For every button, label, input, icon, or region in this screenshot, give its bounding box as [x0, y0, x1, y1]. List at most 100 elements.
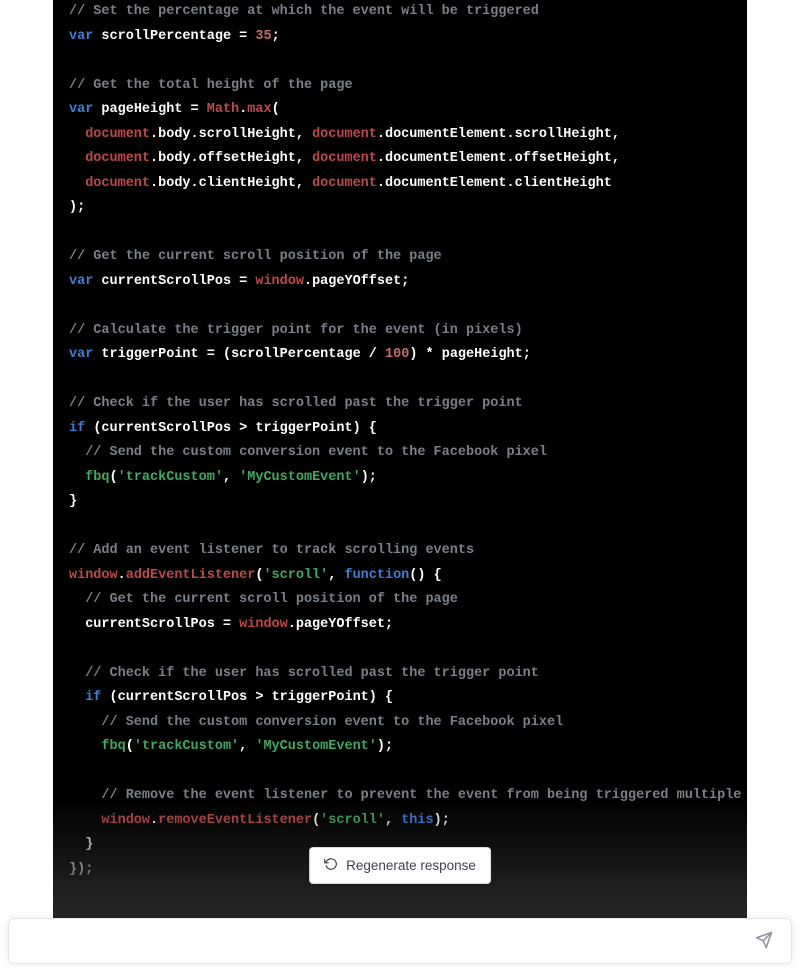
code-prop: scrollHeight: [515, 127, 612, 142]
code-op: >: [247, 690, 271, 705]
code-comma: ,: [296, 176, 312, 191]
refresh-icon: [324, 857, 338, 874]
code-dot: .: [191, 176, 199, 191]
code-op: >: [231, 421, 255, 436]
code-comment: // Check if the user has scrolled past t…: [69, 396, 523, 411]
code-builtin: document: [312, 151, 377, 166]
code-comment: // Get the current scroll position of th…: [69, 249, 442, 264]
code-close: });: [69, 862, 93, 877]
code-prop: pageYOffset: [296, 617, 385, 632]
code-prop: clientHeight: [199, 176, 296, 191]
code-keyword: var: [69, 274, 93, 289]
code-dot: .: [191, 127, 199, 142]
code-brace: }: [85, 837, 93, 852]
code-keyword: var: [69, 29, 93, 44]
code-op: =: [231, 274, 255, 289]
code-op: =: [215, 617, 239, 632]
code-dot: .: [150, 813, 158, 828]
code-comma: ,: [239, 739, 255, 754]
code-dot: .: [150, 176, 158, 191]
code-comma: ,: [296, 127, 312, 142]
code-method: max: [247, 102, 271, 117]
code-comment: // Check if the user has scrolled past t…: [85, 666, 539, 681]
code-builtin: document: [85, 176, 150, 191]
code-semi: ;: [523, 347, 531, 362]
code-dot: .: [507, 151, 515, 166]
code-dot: .: [377, 176, 385, 191]
code-brace: }: [69, 494, 77, 509]
send-button[interactable]: [751, 927, 777, 956]
code-builtin: document: [85, 127, 150, 142]
code-prop: clientHeight: [515, 176, 612, 191]
code-comma: ,: [223, 470, 239, 485]
code-var: pageHeight: [101, 102, 182, 117]
code-method: removeEventListener: [158, 813, 312, 828]
code-keyword: this: [401, 813, 433, 828]
code-var: currentScrollPos: [85, 617, 215, 632]
code-semi: ;: [272, 29, 280, 44]
code-string: 'MyCustomEvent': [239, 470, 361, 485]
code-var: currentScrollPos: [101, 421, 231, 436]
code-dot: .: [288, 617, 296, 632]
code-dot: .: [150, 151, 158, 166]
code-keyword: if: [85, 690, 101, 705]
code-prop: documentElement: [385, 176, 507, 191]
code-builtin: window: [239, 617, 288, 632]
code-keyword: if: [69, 421, 85, 436]
code-prop: offsetHeight: [515, 151, 612, 166]
code-block: // Set the percentage at which the event…: [69, 0, 731, 882]
code-dot: .: [377, 127, 385, 142]
code-brace: {: [425, 568, 441, 583]
code-comment: // Send the custom conversion event to t…: [101, 715, 563, 730]
code-builtin: document: [312, 176, 377, 191]
code-var: triggerPoint: [272, 690, 369, 705]
code-var: triggerPoint: [101, 347, 198, 362]
code-comma: ,: [328, 568, 344, 583]
code-dot: .: [377, 151, 385, 166]
code-comment: // Calculate the trigger point for the e…: [69, 323, 523, 338]
code-var: currentScrollPos: [101, 274, 231, 289]
code-op: =: [231, 29, 255, 44]
code-func: fbq: [101, 739, 125, 754]
code-comment: // Get the current scroll position of th…: [85, 592, 458, 607]
code-op: =: [182, 102, 206, 117]
code-prop: documentElement: [385, 127, 507, 142]
code-dot: .: [191, 151, 199, 166]
code-method: addEventListener: [126, 568, 256, 583]
chat-input[interactable]: [23, 933, 751, 950]
code-var: scrollPercentage: [101, 29, 231, 44]
regenerate-button[interactable]: Regenerate response: [309, 847, 491, 884]
code-string: 'MyCustomEvent': [255, 739, 377, 754]
code-prop: body: [158, 176, 190, 191]
code-number: 100: [385, 347, 409, 362]
code-prop: body: [158, 151, 190, 166]
code-number: 35: [255, 29, 271, 44]
code-comment: // Remove the event listener to prevent …: [101, 788, 747, 803]
code-dot: .: [507, 127, 515, 142]
code-comment: // Send the custom conversion event to t…: [85, 445, 547, 460]
code-var: scrollPercentage: [231, 347, 361, 362]
code-builtin: document: [85, 151, 150, 166]
regenerate-label: Regenerate response: [346, 858, 476, 873]
code-builtin: window: [101, 813, 150, 828]
code-builtin: window: [255, 274, 304, 289]
code-semi: ;: [385, 617, 393, 632]
code-builtin: window: [69, 568, 118, 583]
code-string: 'trackCustom': [118, 470, 223, 485]
code-comma: ,: [296, 151, 312, 166]
code-dot: .: [150, 127, 158, 142]
code-string: 'scroll': [263, 568, 328, 583]
code-builtin: document: [312, 127, 377, 142]
code-brace: {: [377, 690, 393, 705]
code-comment: // Set the percentage at which the event…: [69, 4, 539, 19]
code-op: =: [199, 347, 223, 362]
code-prop: scrollHeight: [199, 127, 296, 142]
code-dot: .: [507, 176, 515, 191]
code-string: 'scroll': [320, 813, 385, 828]
code-string: 'trackCustom': [134, 739, 239, 754]
code-paren: (: [272, 102, 280, 117]
code-prop: pageYOffset: [312, 274, 401, 289]
code-var: currentScrollPos: [118, 690, 248, 705]
code-var: triggerPoint: [255, 421, 352, 436]
code-keyword: function: [344, 568, 409, 583]
